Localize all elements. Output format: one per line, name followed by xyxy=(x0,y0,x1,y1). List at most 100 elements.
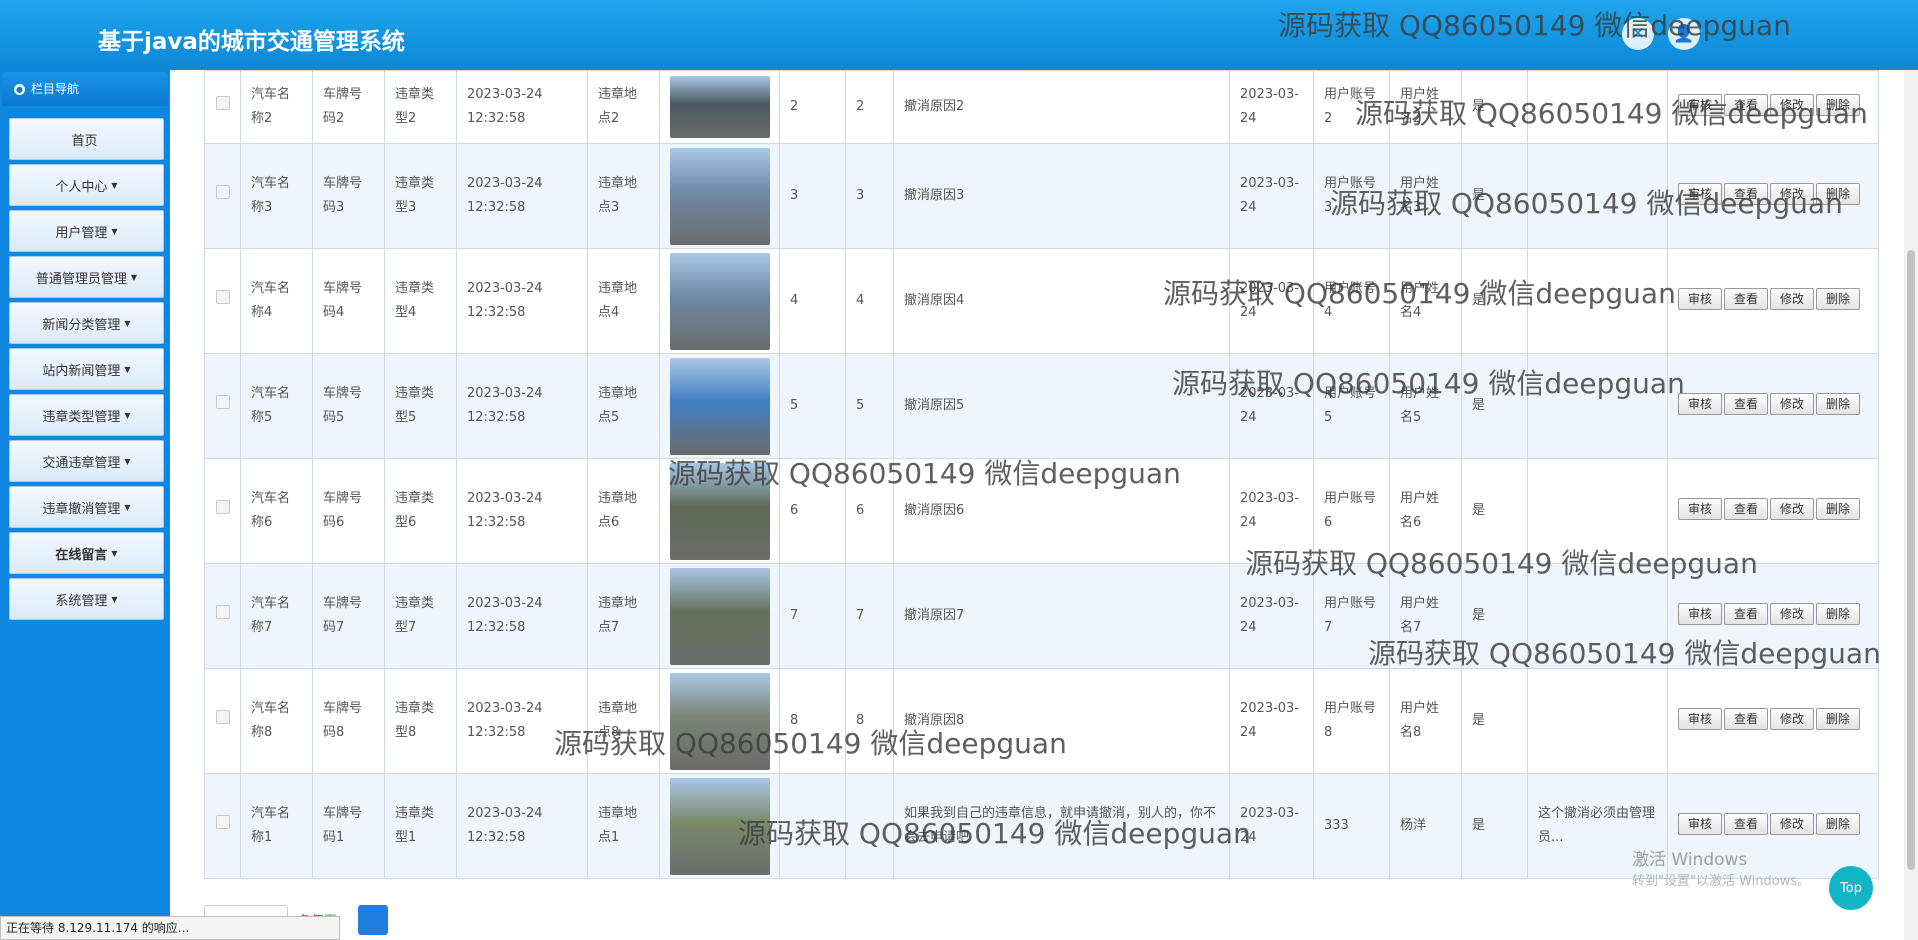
row-checkbox[interactable] xyxy=(215,96,230,110)
delete-button[interactable]: 删除 xyxy=(1816,183,1861,205)
cell-account: 用户账号7 xyxy=(1313,563,1390,669)
table-row: 汽车名称6 车牌号码6 违章类型6 2023-03-24 12:32:58 违章地点6 6… xyxy=(204,458,1879,564)
sidebar-item[interactable]: 在线留言 ▼ xyxy=(9,532,164,574)
cell-date: 2023-03-24 xyxy=(1229,353,1314,459)
audit-button[interactable]: 审核 xyxy=(1678,393,1723,415)
sidebar-item[interactable]: 系统管理 ▼ xyxy=(9,578,164,620)
view-button[interactable]: 查看 xyxy=(1724,498,1769,520)
row-actions: 审核 查看 修改 删除 xyxy=(1667,458,1879,564)
sidebar-item-label: 违章撤消管理 xyxy=(42,501,121,517)
current-page-button[interactable] xyxy=(358,905,388,935)
violation-photo-cell xyxy=(659,70,780,144)
cell-reply xyxy=(1527,563,1668,669)
violation-photo[interactable] xyxy=(669,357,770,455)
cell-type: 违章类型6 xyxy=(384,458,457,564)
table-row: 汽车名称1 车牌号码1 违章类型1 2023-03-24 12:32:58 违章地点1 如… xyxy=(204,773,1879,879)
violation-photo[interactable] xyxy=(669,252,770,350)
violation-photo[interactable] xyxy=(669,462,770,560)
cell-n2: 5 xyxy=(845,353,894,459)
row-select-cell xyxy=(204,458,241,564)
audit-button[interactable]: 审核 xyxy=(1678,813,1723,835)
view-button[interactable]: 查看 xyxy=(1724,288,1769,310)
audit-button[interactable]: 审核 xyxy=(1678,183,1723,205)
cell-flag: 是 xyxy=(1461,563,1528,669)
audit-button[interactable]: 审核 xyxy=(1678,498,1723,520)
edit-button[interactable]: 修改 xyxy=(1770,708,1815,730)
view-button[interactable]: 查看 xyxy=(1724,94,1769,116)
cell-time: 2023-03-24 12:32:58 xyxy=(456,458,588,564)
row-checkbox[interactable] xyxy=(215,395,230,409)
view-button[interactable]: 查看 xyxy=(1724,393,1769,415)
scrollbar[interactable] xyxy=(1904,70,1918,940)
violation-photo[interactable] xyxy=(669,672,770,770)
sidebar-item-label: 普通管理员管理 xyxy=(35,271,127,287)
edit-button[interactable]: 修改 xyxy=(1770,288,1815,310)
sidebar-item[interactable]: 个人中心 ▼ xyxy=(9,164,164,206)
audit-button[interactable]: 审核 xyxy=(1678,94,1723,116)
audit-button[interactable]: 审核 xyxy=(1678,708,1723,730)
row-checkbox[interactable] xyxy=(215,815,230,829)
row-checkbox[interactable] xyxy=(215,500,230,514)
sidebar-item[interactable]: 违章类型管理 ▼ xyxy=(9,394,164,436)
delete-button[interactable]: 删除 xyxy=(1816,288,1861,310)
audit-button[interactable]: 审核 xyxy=(1678,603,1723,625)
violation-photo[interactable] xyxy=(669,567,770,665)
row-select-cell xyxy=(204,668,241,774)
table-row: 汽车名称5 车牌号码5 违章类型5 2023-03-24 12:32:58 违章地点5 5… xyxy=(204,353,1879,459)
sidebar-item[interactable]: 新闻分类管理 ▼ xyxy=(9,302,164,344)
edit-button[interactable]: 修改 xyxy=(1770,603,1815,625)
row-checkbox[interactable] xyxy=(215,290,230,304)
delete-button[interactable]: 删除 xyxy=(1816,813,1861,835)
row-checkbox[interactable] xyxy=(215,605,230,619)
edit-button[interactable]: 修改 xyxy=(1770,94,1815,116)
sidebar-item[interactable]: 站内新闻管理 ▼ xyxy=(9,348,164,390)
delete-button[interactable]: 删除 xyxy=(1816,708,1861,730)
delete-button[interactable]: 删除 xyxy=(1816,498,1861,520)
cell-car: 汽车名称7 xyxy=(240,563,313,669)
delete-button[interactable]: 删除 xyxy=(1816,393,1861,415)
violation-photo[interactable] xyxy=(669,76,770,138)
audit-button[interactable]: 审核 xyxy=(1678,288,1723,310)
row-actions: 审核 查看 修改 删除 xyxy=(1667,70,1879,144)
violation-photo-cell xyxy=(659,248,780,354)
cell-time: 2023-03-24 12:32:58 xyxy=(456,668,588,774)
close-x-icon[interactable]: ✕ xyxy=(1622,18,1654,50)
sidebar-heading: ● 栏目导航 xyxy=(2,72,168,106)
view-button[interactable]: 查看 xyxy=(1724,813,1769,835)
row-actions: 审核 查看 修改 删除 xyxy=(1667,248,1879,354)
sidebar-item-label: 用户管理 xyxy=(55,225,108,241)
cell-place: 违章地点3 xyxy=(587,143,660,249)
cell-date: 2023-03-24 xyxy=(1229,563,1314,669)
sidebar-item[interactable]: 普通管理员管理 ▼ xyxy=(9,256,164,298)
cell-date: 2023-03-24 xyxy=(1229,70,1314,144)
cell-plate: 车牌号码7 xyxy=(312,563,385,669)
view-button[interactable]: 查看 xyxy=(1724,603,1769,625)
edit-button[interactable]: 修改 xyxy=(1770,393,1815,415)
delete-button[interactable]: 删除 xyxy=(1816,603,1861,625)
edit-button[interactable]: 修改 xyxy=(1770,183,1815,205)
violation-photo[interactable] xyxy=(669,777,770,875)
view-button[interactable]: 查看 xyxy=(1724,708,1769,730)
cell-type: 违章类型5 xyxy=(384,353,457,459)
violation-photo[interactable] xyxy=(669,147,770,245)
cell-type: 违章类型3 xyxy=(384,143,457,249)
sidebar-item-label: 站内新闻管理 xyxy=(42,363,121,379)
back-to-top-button[interactable]: Top xyxy=(1829,866,1873,910)
delete-button[interactable]: 删除 xyxy=(1816,94,1861,116)
sidebar-item[interactable]: 用户管理 ▼ xyxy=(9,210,164,252)
row-checkbox[interactable] xyxy=(215,710,230,724)
user-icon[interactable]: 👤 xyxy=(1668,18,1700,50)
edit-button[interactable]: 修改 xyxy=(1770,813,1815,835)
sidebar-item[interactable]: 违章撤消管理 ▼ xyxy=(9,486,164,528)
sidebar-item[interactable]: 交通违章管理 ▼ xyxy=(9,440,164,482)
cell-account: 用户账号2 xyxy=(1313,70,1390,144)
sidebar: ● 栏目导航 首页 个人中心 ▼ 用户管理 ▼ 普通管理员管理 ▼ 新闻分类管理 ▼ 站内新闻管理 ▼… xyxy=(0,70,170,940)
status-bar: 正在等待 8.129.11.174 的响应... xyxy=(0,916,340,940)
edit-button[interactable]: 修改 xyxy=(1770,498,1815,520)
scrollbar-thumb[interactable] xyxy=(1907,250,1915,870)
row-actions: 审核 查看 修改 删除 xyxy=(1667,563,1879,669)
sidebar-item[interactable]: 首页 xyxy=(9,118,164,160)
row-checkbox[interactable] xyxy=(215,185,230,199)
view-button[interactable]: 查看 xyxy=(1724,183,1769,205)
cell-n1: 8 xyxy=(779,668,846,774)
